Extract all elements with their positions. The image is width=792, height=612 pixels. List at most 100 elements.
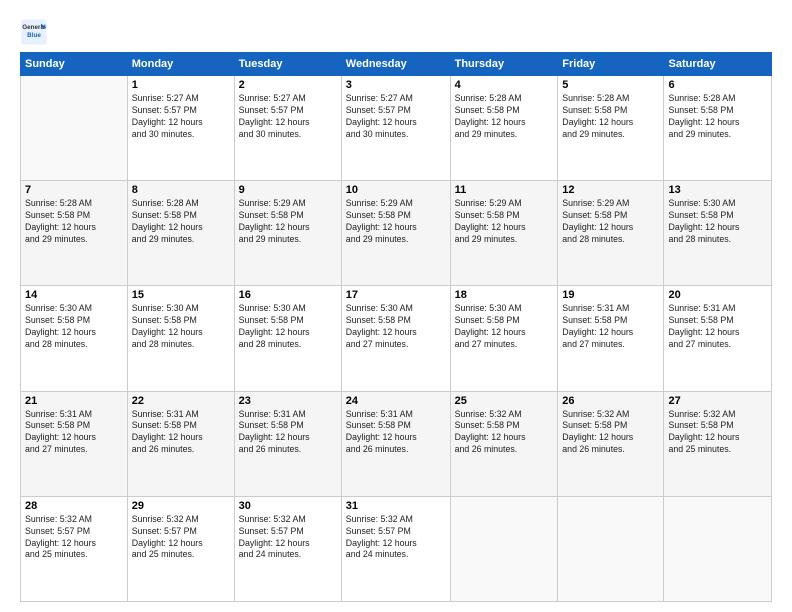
day-info: Sunrise: 5:28 AM Sunset: 5:58 PM Dayligh… bbox=[562, 93, 659, 141]
calendar-day-cell: 22 Sunrise: 5:31 AM Sunset: 5:58 PM Dayli… bbox=[127, 391, 234, 496]
day-number: 3 bbox=[346, 79, 446, 91]
day-number: 25 bbox=[455, 395, 554, 407]
day-info: Sunrise: 5:28 AM Sunset: 5:58 PM Dayligh… bbox=[455, 93, 554, 141]
calendar-day-cell bbox=[558, 496, 664, 601]
calendar-day-cell bbox=[450, 496, 558, 601]
calendar-day-cell: 28Sunrise: 5:32 AM Sunset: 5:57 PM Dayli… bbox=[21, 496, 128, 601]
day-info: Sunrise: 5:27 AM Sunset: 5:57 PM Dayligh… bbox=[132, 93, 230, 141]
day-number: 27 bbox=[668, 395, 767, 407]
day-info: Sunrise: 5:31 AM Sunset: 5:58 PM Dayligh… bbox=[132, 409, 230, 457]
calendar-day-cell: 25 Sunrise: 5:32 AM Sunset: 5:58 PM Dayli… bbox=[450, 391, 558, 496]
calendar-day-cell: 1 Sunrise: 5:27 AM Sunset: 5:57 PM Daylig… bbox=[127, 76, 234, 181]
weekday-header: Thursday bbox=[450, 53, 558, 76]
calendar-day-cell: 6 Sunrise: 5:28 AM Sunset: 5:58 PM Daylig… bbox=[664, 76, 772, 181]
day-info: Sunrise: 5:31 AM Sunset: 5:58 PM Dayligh… bbox=[239, 409, 337, 457]
calendar-day-cell: 27 Sunrise: 5:32 AM Sunset: 5:58 PM Dayli… bbox=[664, 391, 772, 496]
calendar-day-cell: 20 Sunrise: 5:31 AM Sunset: 5:58 PM Dayli… bbox=[664, 286, 772, 391]
calendar-day-cell: 18 Sunrise: 5:30 AM Sunset: 5:58 PM Dayli… bbox=[450, 286, 558, 391]
calendar-day-cell bbox=[664, 496, 772, 601]
day-number: 31 bbox=[346, 500, 446, 512]
day-number: 4 bbox=[455, 79, 554, 91]
calendar-table: SundayMondayTuesdayWednesdayThursdayFrid… bbox=[20, 52, 772, 602]
calendar-day-cell: 29Sunrise: 5:32 AM Sunset: 5:57 PM Dayli… bbox=[127, 496, 234, 601]
calendar-week-row: 14Sunrise: 5:30 AM Sunset: 5:58 PM Dayli… bbox=[21, 286, 772, 391]
day-number: 23 bbox=[239, 395, 337, 407]
day-info: Sunrise: 5:30 AM Sunset: 5:58 PM Dayligh… bbox=[346, 303, 446, 351]
day-number: 2 bbox=[239, 79, 337, 91]
day-info: Sunrise: 5:28 AM Sunset: 5:58 PM Dayligh… bbox=[132, 198, 230, 246]
weekday-header: Sunday bbox=[21, 53, 128, 76]
day-number: 11 bbox=[455, 184, 554, 196]
day-info: Sunrise: 5:29 AM Sunset: 5:58 PM Dayligh… bbox=[562, 198, 659, 246]
day-info: Sunrise: 5:32 AM Sunset: 5:57 PM Dayligh… bbox=[239, 514, 337, 562]
day-number: 18 bbox=[455, 289, 554, 301]
day-info: Sunrise: 5:32 AM Sunset: 5:58 PM Dayligh… bbox=[455, 409, 554, 457]
calendar-day-cell: 23 Sunrise: 5:31 AM Sunset: 5:58 PM Dayli… bbox=[234, 391, 341, 496]
day-info: Sunrise: 5:30 AM Sunset: 5:58 PM Dayligh… bbox=[455, 303, 554, 351]
day-number: 28 bbox=[25, 500, 123, 512]
calendar-day-cell bbox=[21, 76, 128, 181]
calendar-day-cell: 9 Sunrise: 5:29 AM Sunset: 5:58 PM Daylig… bbox=[234, 181, 341, 286]
calendar-day-cell: 2 Sunrise: 5:27 AM Sunset: 5:57 PM Daylig… bbox=[234, 76, 341, 181]
calendar-day-cell: 11 Sunrise: 5:29 AM Sunset: 5:58 PM Dayli… bbox=[450, 181, 558, 286]
calendar-day-cell: 5 Sunrise: 5:28 AM Sunset: 5:58 PM Daylig… bbox=[558, 76, 664, 181]
calendar-day-cell: 7Sunrise: 5:28 AM Sunset: 5:58 PM Daylig… bbox=[21, 181, 128, 286]
calendar-day-cell: 12 Sunrise: 5:29 AM Sunset: 5:58 PM Dayli… bbox=[558, 181, 664, 286]
day-number: 22 bbox=[132, 395, 230, 407]
weekday-header: Tuesday bbox=[234, 53, 341, 76]
day-number: 13 bbox=[668, 184, 767, 196]
day-number: 8 bbox=[132, 184, 230, 196]
day-info: Sunrise: 5:30 AM Sunset: 5:58 PM Dayligh… bbox=[25, 303, 123, 351]
day-info: Sunrise: 5:30 AM Sunset: 5:58 PM Dayligh… bbox=[132, 303, 230, 351]
calendar-day-cell: 31 Sunrise: 5:32 AM Sunset: 5:57 PM Dayli… bbox=[341, 496, 450, 601]
calendar-day-cell: 13 Sunrise: 5:30 AM Sunset: 5:58 PM Dayli… bbox=[664, 181, 772, 286]
calendar-header-row: SundayMondayTuesdayWednesdayThursdayFrid… bbox=[21, 53, 772, 76]
day-info: Sunrise: 5:32 AM Sunset: 5:58 PM Dayligh… bbox=[668, 409, 767, 457]
day-number: 17 bbox=[346, 289, 446, 301]
calendar-day-cell: 14Sunrise: 5:30 AM Sunset: 5:58 PM Dayli… bbox=[21, 286, 128, 391]
calendar-day-cell: 4 Sunrise: 5:28 AM Sunset: 5:58 PM Daylig… bbox=[450, 76, 558, 181]
calendar-day-cell: 10Sunrise: 5:29 AM Sunset: 5:58 PM Dayli… bbox=[341, 181, 450, 286]
day-info: Sunrise: 5:29 AM Sunset: 5:58 PM Dayligh… bbox=[455, 198, 554, 246]
calendar-day-cell: 30Sunrise: 5:32 AM Sunset: 5:57 PM Dayli… bbox=[234, 496, 341, 601]
weekday-header: Saturday bbox=[664, 53, 772, 76]
logo-icon: General Blue bbox=[20, 18, 48, 46]
day-info: Sunrise: 5:29 AM Sunset: 5:58 PM Dayligh… bbox=[239, 198, 337, 246]
calendar-day-cell: 8 Sunrise: 5:28 AM Sunset: 5:58 PM Daylig… bbox=[127, 181, 234, 286]
day-info: Sunrise: 5:28 AM Sunset: 5:58 PM Dayligh… bbox=[668, 93, 767, 141]
header: General Blue bbox=[20, 18, 772, 46]
calendar-day-cell: 26Sunrise: 5:32 AM Sunset: 5:58 PM Dayli… bbox=[558, 391, 664, 496]
day-number: 21 bbox=[25, 395, 123, 407]
calendar-day-cell: 19Sunrise: 5:31 AM Sunset: 5:58 PM Dayli… bbox=[558, 286, 664, 391]
weekday-header: Friday bbox=[558, 53, 664, 76]
day-info: Sunrise: 5:32 AM Sunset: 5:57 PM Dayligh… bbox=[346, 514, 446, 562]
page: General Blue SundayMondayTuesdayWednesda… bbox=[0, 0, 792, 612]
day-number: 19 bbox=[562, 289, 659, 301]
calendar-day-cell: 21 Sunrise: 5:31 AM Sunset: 5:58 PM Dayli… bbox=[21, 391, 128, 496]
day-number: 7 bbox=[25, 184, 123, 196]
day-info: Sunrise: 5:30 AM Sunset: 5:58 PM Dayligh… bbox=[668, 198, 767, 246]
day-number: 10 bbox=[346, 184, 446, 196]
day-number: 20 bbox=[668, 289, 767, 301]
weekday-header: Wednesday bbox=[341, 53, 450, 76]
calendar-day-cell: 15Sunrise: 5:30 AM Sunset: 5:58 PM Dayli… bbox=[127, 286, 234, 391]
weekday-header: Monday bbox=[127, 53, 234, 76]
day-info: Sunrise: 5:31 AM Sunset: 5:58 PM Dayligh… bbox=[25, 409, 123, 457]
day-info: Sunrise: 5:31 AM Sunset: 5:58 PM Dayligh… bbox=[346, 409, 446, 457]
day-number: 9 bbox=[239, 184, 337, 196]
day-info: Sunrise: 5:30 AM Sunset: 5:58 PM Dayligh… bbox=[239, 303, 337, 351]
day-number: 6 bbox=[668, 79, 767, 91]
day-number: 1 bbox=[132, 79, 230, 91]
calendar-week-row: 1 Sunrise: 5:27 AM Sunset: 5:57 PM Daylig… bbox=[21, 76, 772, 181]
svg-text:Blue: Blue bbox=[27, 32, 41, 39]
day-number: 24 bbox=[346, 395, 446, 407]
day-number: 5 bbox=[562, 79, 659, 91]
day-info: Sunrise: 5:27 AM Sunset: 5:57 PM Dayligh… bbox=[239, 93, 337, 141]
calendar-week-row: 21 Sunrise: 5:31 AM Sunset: 5:58 PM Dayli… bbox=[21, 391, 772, 496]
calendar-day-cell: 17 Sunrise: 5:30 AM Sunset: 5:58 PM Dayli… bbox=[341, 286, 450, 391]
day-number: 16 bbox=[239, 289, 337, 301]
day-info: Sunrise: 5:31 AM Sunset: 5:58 PM Dayligh… bbox=[668, 303, 767, 351]
calendar-day-cell: 3Sunrise: 5:27 AM Sunset: 5:57 PM Daylig… bbox=[341, 76, 450, 181]
logo: General Blue bbox=[20, 18, 54, 46]
day-number: 12 bbox=[562, 184, 659, 196]
